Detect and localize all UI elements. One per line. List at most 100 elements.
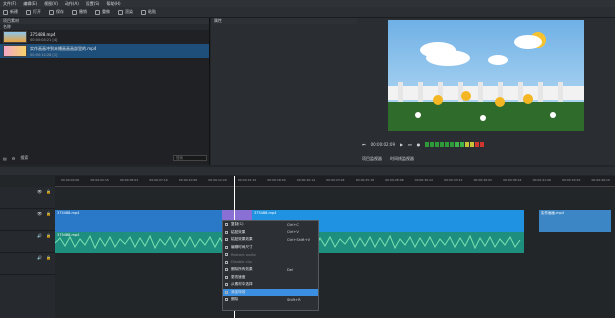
menu-settings[interactable]: 设置(S) bbox=[86, 1, 100, 7]
ruler-tick-label: 00:00:23:04 bbox=[326, 178, 345, 182]
bin-item[interactable]: 375488.mp4 00:00:04:21 [4] bbox=[0, 30, 209, 44]
ruler-tick-label: 00:00:25:18 bbox=[355, 178, 375, 182]
ruler-tick-label: 00:00:12:20 bbox=[208, 178, 227, 182]
monitor-tabs: 项目监视器 时间线监视器 bbox=[357, 155, 615, 163]
video-preview[interactable] bbox=[388, 20, 584, 131]
context-menu-item[interactable]: 更改速度 bbox=[223, 274, 318, 282]
lock-icon[interactable]: 🔒 bbox=[46, 233, 51, 238]
menu-item-icon bbox=[225, 268, 228, 271]
menu-item-icon bbox=[225, 253, 228, 256]
menu-help[interactable]: 帮助(H) bbox=[106, 1, 120, 7]
menu-edit[interactable]: 编辑(E) bbox=[23, 1, 37, 7]
ruler-tick-label: 00:00:18:00 bbox=[267, 178, 286, 182]
track-header: 👁 🔒 bbox=[0, 209, 55, 231]
context-menu-item[interactable]: 编辑时间尺寸 bbox=[223, 244, 318, 252]
ruler-tick-label: 00:00:43:20 bbox=[562, 178, 581, 182]
timeline-toolbar bbox=[0, 167, 615, 175]
forward-icon[interactable]: ⏭ bbox=[408, 142, 412, 147]
menu-action[interactable]: 动作(A) bbox=[65, 1, 79, 7]
ruler-tick-label: 00:00:00:00 bbox=[61, 178, 80, 182]
context-menu-item[interactable]: 删除所有效果 Del bbox=[223, 266, 318, 274]
volume-icon[interactable]: ● bbox=[417, 142, 421, 147]
add-clip-icon[interactable]: ▤ bbox=[3, 156, 7, 161]
context-menu-item[interactable]: 添加特效 bbox=[223, 288, 318, 296]
timecode-display[interactable]: 00:00:02:09 bbox=[371, 142, 395, 147]
ruler-tick-label: 00:00:28:08 bbox=[385, 178, 404, 182]
speaker-icon[interactable]: 🔊 bbox=[37, 233, 42, 238]
context-menu-label: 删除 bbox=[231, 297, 239, 302]
eye-icon[interactable]: 👁 bbox=[37, 211, 42, 216]
menu-item-icon bbox=[225, 290, 228, 294]
properties-header: 属性 bbox=[211, 18, 357, 24]
context-menu-item[interactable]: Disable clip bbox=[223, 259, 318, 267]
context-menu-label: 添加特效 bbox=[231, 289, 246, 294]
ruler-tick-label: 00:00:33:12 bbox=[444, 178, 463, 182]
render-button[interactable]: 渲染 bbox=[118, 9, 133, 15]
track-header: 👁 🔒 bbox=[0, 187, 55, 209]
undo-button[interactable]: 撤销 bbox=[72, 9, 87, 15]
preview-frame-image bbox=[388, 20, 584, 131]
clip-context-menu: 复制(C) Ctrl+C 粘贴效果 Ctrl+V 粘贴效果效果 Ctrl+Shift+V 编… bbox=[222, 220, 319, 311]
bin-item-selected[interactable]: 实作画画冲到末播画画画部里的.mp4 00:00:14:28 [1] bbox=[0, 44, 209, 58]
redo-button[interactable]: 重做 bbox=[95, 9, 110, 15]
play-icon[interactable]: ▶ bbox=[400, 142, 403, 147]
bin-search-input[interactable]: 搜索 bbox=[173, 155, 207, 161]
menu-item-icon bbox=[225, 230, 228, 234]
context-menu-item[interactable]: 复制(C) Ctrl+C bbox=[223, 221, 318, 229]
lock-icon[interactable]: 🔒 bbox=[46, 211, 51, 216]
ruler-tick-label: 00:00:02:15 bbox=[90, 178, 109, 182]
main-toolbar: 新建 打开 保存 撤销 重做 渲染 粘贴 bbox=[0, 7, 615, 18]
tab-timeline-monitor[interactable]: 时间线监视器 bbox=[390, 156, 414, 162]
new-file-icon bbox=[3, 9, 8, 15]
menu-item-icon bbox=[225, 283, 228, 286]
rewind-icon[interactable]: ⏮ bbox=[362, 142, 366, 147]
audio-level-meter bbox=[425, 141, 485, 147]
paste-button[interactable]: 粘贴 bbox=[141, 9, 156, 15]
context-menu-label: 粘贴效果效果 bbox=[231, 237, 253, 242]
ruler-tick-label: 00:00:38:16 bbox=[503, 178, 522, 182]
menu-item-icon bbox=[225, 275, 228, 279]
video-clip[interactable]: 实作画画.mp4 bbox=[539, 210, 611, 232]
context-menu-label: 复制(C) bbox=[231, 222, 244, 227]
ruler-tick-label: 00:00:05:02 bbox=[119, 178, 139, 182]
render-icon bbox=[118, 9, 123, 15]
settings-icon[interactable]: ⚙ bbox=[12, 156, 16, 161]
tab-project-monitor[interactable]: 项目监视器 bbox=[362, 156, 382, 162]
context-menu-item[interactable]: Restore audio bbox=[223, 251, 318, 259]
track-headers: 👁 🔒 👁 🔒 🔊 🔒 🔊 🔒 bbox=[0, 187, 55, 318]
save-button[interactable]: 保存 bbox=[49, 9, 64, 15]
lock-icon[interactable]: 🔒 bbox=[46, 189, 51, 194]
bin-toolbar: ▤ ⚙ 搜索 搜索 bbox=[0, 153, 210, 163]
context-menu-item[interactable]: 粘贴效果效果 Ctrl+Shift+V bbox=[223, 236, 318, 244]
ruler-ticks: 00:00:00:00 00:00:02:15 00:00:05:02 00:00:0… bbox=[55, 176, 615, 187]
context-menu-label: 粘贴效果 bbox=[231, 229, 246, 234]
bin-search-label: 搜索 bbox=[20, 155, 29, 160]
lock-icon[interactable]: 🔒 bbox=[46, 255, 51, 260]
new-button[interactable]: 新建 bbox=[3, 9, 18, 15]
folder-open-icon bbox=[26, 9, 31, 15]
context-menu-shortcut: Shift+R bbox=[287, 297, 301, 302]
menu-view[interactable]: 视图(V) bbox=[44, 1, 58, 7]
speaker-icon[interactable]: 🔊 bbox=[37, 255, 42, 260]
ruler-tick-label: 00:00:46:10 bbox=[591, 178, 610, 182]
bin-item-name: 实作画画冲到末播画画画部里的.mp4 bbox=[30, 45, 97, 51]
ruler-tick-label: 00:00:30:22 bbox=[414, 178, 433, 182]
menu-item-icon bbox=[225, 238, 228, 241]
context-menu-item[interactable]: 从素材中选择 bbox=[223, 281, 318, 289]
ruler-tick-label: 00:00:41:06 bbox=[532, 178, 551, 182]
transport-bar: ⏮ 00:00:02:09 ▶ ⏭ ● bbox=[357, 138, 615, 150]
clip-thumbnail bbox=[3, 45, 27, 57]
context-menu-label: Disable clip bbox=[231, 260, 252, 265]
ruler-tick-label: 00:00:20:14 bbox=[296, 178, 316, 182]
video-clip[interactable]: 375488.mp4 bbox=[55, 210, 222, 232]
menu-item-icon bbox=[225, 260, 228, 264]
menu-bar: 文件(F) 编辑(E) 视图(V) 动作(A) 设置(S) 帮助(H) bbox=[0, 0, 615, 7]
open-button[interactable]: 打开 bbox=[26, 9, 41, 15]
menu-file[interactable]: 文件(F) bbox=[3, 1, 16, 7]
context-menu-item[interactable]: 粘贴效果 Ctrl+V bbox=[223, 229, 318, 237]
context-menu-item[interactable]: 删除 Shift+R bbox=[223, 296, 318, 304]
context-menu-shortcut: Del bbox=[287, 267, 293, 272]
bin-item-meta: 00:00:04:21 [4] bbox=[30, 38, 58, 42]
context-menu-shortcut: Ctrl+V bbox=[287, 230, 299, 235]
eye-icon[interactable]: 👁 bbox=[37, 189, 42, 194]
